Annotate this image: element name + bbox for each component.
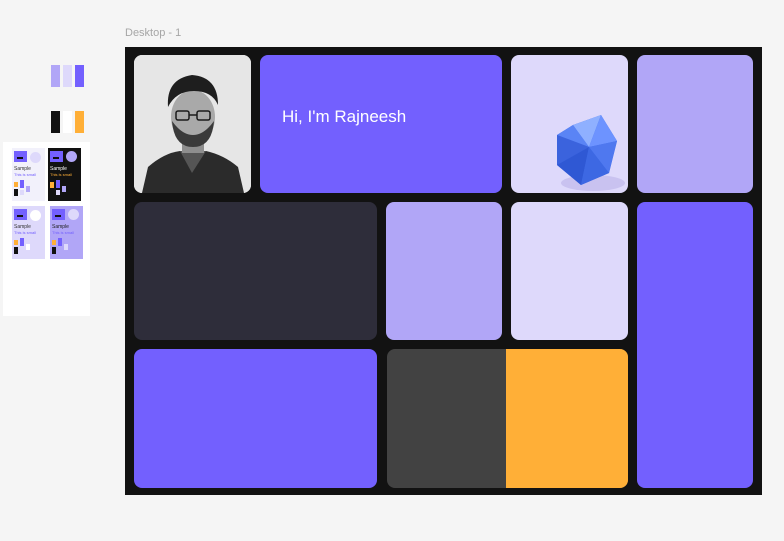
color-swatch-violet[interactable] [51, 65, 60, 87]
avatar [134, 55, 251, 193]
thumb-block [52, 240, 56, 245]
thumb-block [62, 186, 66, 192]
thumb-block [64, 244, 68, 250]
avatar-tile [134, 55, 251, 193]
color-swatch-primary[interactable] [75, 65, 84, 87]
thumb-block [26, 244, 30, 250]
charcoal-tile [134, 202, 377, 340]
thumb-block [68, 209, 79, 220]
thumb-block [58, 238, 62, 246]
thumb-block [56, 190, 60, 195]
split-tile-orange-half [506, 349, 628, 488]
thumb-block [66, 151, 77, 162]
thumb-block [50, 182, 54, 188]
color-swatch-white[interactable] [63, 111, 72, 133]
split-tile [387, 349, 628, 488]
color-swatch-orange[interactable] [75, 111, 84, 133]
thumb-subtitle: This is small [14, 172, 37, 177]
hero-greeting: Hi, I'm Rajneesh [282, 107, 407, 126]
lavender-tile-middle [386, 202, 502, 340]
thumb-block [52, 247, 56, 254]
violet-tall-tile [637, 202, 753, 488]
thumb-block [14, 189, 18, 196]
pale-lavender-tile-middle [511, 202, 628, 340]
thumb-block [30, 210, 41, 221]
violet-wide-tile [134, 349, 377, 488]
style-thumbnail-lavender[interactable]: Sample This is small [12, 206, 45, 259]
hero-tile: Hi, I'm Rajneesh [260, 55, 502, 193]
thumb-block [14, 182, 18, 187]
thumb-block [55, 215, 61, 217]
thumb-subtitle: This is small [14, 230, 37, 235]
style-thumbnail-dark[interactable]: Sample This is small [48, 148, 81, 201]
gem-tile [511, 55, 628, 193]
thumb-block [20, 180, 24, 188]
thumb-block [53, 157, 59, 159]
style-thumbnails-panel: Sample This is small Sample This is smal… [3, 142, 90, 316]
thumb-block [20, 238, 24, 246]
lavender-tile-top-right [637, 55, 753, 193]
thumb-block [56, 180, 60, 188]
thumb-block [14, 240, 18, 245]
thumb-block [30, 152, 41, 163]
style-thumbnail-light[interactable]: Sample This is small [12, 148, 45, 201]
icosahedron-gem-icon [557, 115, 625, 191]
thumb-subtitle: This is small [50, 172, 73, 177]
frame-label[interactable]: Desktop - 1 [125, 27, 181, 39]
thumb-block [26, 186, 30, 192]
color-swatch-black[interactable] [51, 111, 60, 133]
style-thumbnail-violet[interactable]: Sample This is small [50, 206, 83, 259]
color-swatch-pale-lavender[interactable] [63, 65, 72, 87]
desktop-frame[interactable]: Hi, I'm Rajneesh [125, 47, 762, 495]
thumb-subtitle: This is small [52, 230, 75, 235]
thumb-block [17, 157, 23, 159]
thumb-block [17, 215, 23, 217]
thumb-block [14, 247, 18, 254]
thumb-block [20, 190, 24, 195]
